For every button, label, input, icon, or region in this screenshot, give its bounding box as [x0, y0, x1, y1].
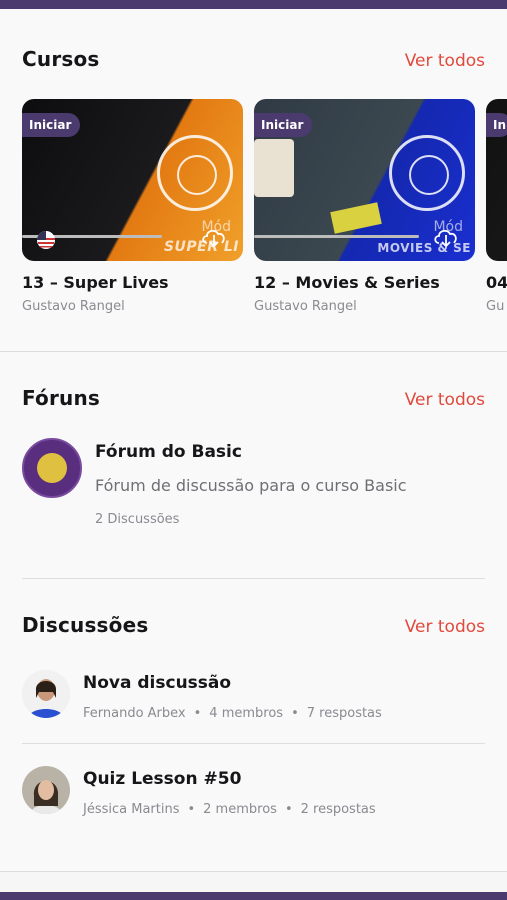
- forum-logo-icon: [22, 438, 82, 498]
- discussions-see-all-link[interactable]: Ver todos: [405, 617, 485, 637]
- section-divider: [0, 871, 507, 872]
- english-course-seal-icon: [157, 135, 233, 211]
- start-badge[interactable]: Iniciar: [254, 113, 313, 137]
- discussion-members: 4 membros: [209, 706, 284, 721]
- cloud-download-icon[interactable]: [433, 226, 459, 248]
- forums-section: Fóruns Ver todos Fórum do Basic Fórum de…: [0, 352, 507, 872]
- progress-bar: [254, 235, 419, 238]
- course-thumbnail[interactable]: Iniciar Mód SUPER LI: [22, 99, 243, 261]
- cloud-download-icon[interactable]: [201, 226, 227, 248]
- courses-title: Cursos: [22, 47, 100, 71]
- course-card[interactable]: Ini 04 Gu: [486, 99, 507, 314]
- course-card[interactable]: Iniciar Mód MOVIES & SE 12 – Movies & Se…: [254, 99, 475, 314]
- discussion-item[interactable]: Nova discussão Fernando Arbex • 4 membros •…: [0, 670, 507, 740]
- discussion-author: Jéssica Martins: [83, 802, 180, 817]
- discussion-members: 2 membros: [203, 802, 277, 817]
- english-course-seal-icon: [389, 135, 465, 211]
- discussion-author: Fernando Arbex: [83, 706, 186, 721]
- course-title: 04: [486, 273, 507, 292]
- discussion-item[interactable]: Quiz Lesson #50 Jéssica Martins • 2 membro…: [0, 766, 507, 836]
- discussion-replies: 7 respostas: [306, 706, 382, 721]
- forums-see-all-link[interactable]: Ver todos: [405, 390, 485, 410]
- course-author: Gustavo Rangel: [254, 299, 357, 314]
- course-card[interactable]: Iniciar Mód SUPER LI 13 – Super Lives Gu…: [22, 99, 243, 314]
- course-title: 12 – Movies & Series: [254, 273, 440, 292]
- course-thumbnail[interactable]: Ini: [486, 99, 507, 261]
- discussion-meta: Jéssica Martins • 2 membros • 2 respostas: [83, 802, 376, 817]
- course-title: 13 – Super Lives: [22, 273, 169, 292]
- start-badge[interactable]: Iniciar: [22, 113, 81, 137]
- discussion-meta: Fernando Arbex • 4 membros • 7 respostas: [83, 706, 382, 721]
- forum-discussion-count: 2 Discussões: [95, 512, 180, 527]
- discussion-title[interactable]: Quiz Lesson #50: [83, 769, 241, 789]
- forum-name[interactable]: Fórum do Basic: [95, 442, 242, 462]
- forums-title: Fóruns: [22, 386, 101, 410]
- courses-see-all-link[interactable]: Ver todos: [405, 51, 485, 71]
- course-author: Gustavo Rangel: [22, 299, 125, 314]
- 3d-glasses-graphic: [330, 202, 382, 234]
- start-badge[interactable]: Ini: [486, 113, 507, 137]
- bottom-bar: [0, 892, 507, 900]
- courses-section: Cursos Ver todos Iniciar Mód SUPER LI 13…: [0, 9, 507, 351]
- discussion-title[interactable]: Nova discussão: [83, 673, 231, 693]
- avatar: [22, 766, 70, 814]
- us-flag-icon: [37, 231, 55, 249]
- course-author: Gu: [486, 299, 505, 314]
- discussions-title: Discussões: [22, 613, 149, 637]
- course-thumbnail[interactable]: Iniciar Mód MOVIES & SE: [254, 99, 475, 261]
- divider: [22, 578, 485, 579]
- popcorn-box-graphic: [254, 139, 294, 197]
- divider: [22, 743, 485, 744]
- avatar: [22, 670, 70, 718]
- forum-description: Fórum de discussão para o curso Basic: [95, 476, 407, 495]
- discussion-replies: 2 respostas: [300, 802, 376, 817]
- top-bar: [0, 0, 507, 9]
